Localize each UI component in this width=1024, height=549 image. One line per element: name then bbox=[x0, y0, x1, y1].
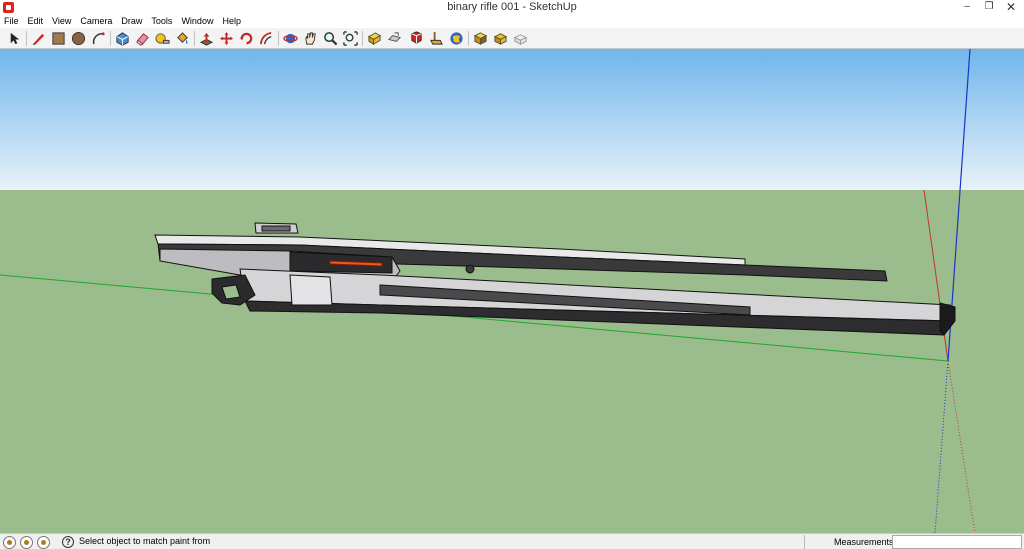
make-component-icon[interactable] bbox=[113, 30, 131, 47]
model-viewport[interactable] bbox=[0, 49, 1024, 533]
rectangle-tool-icon[interactable] bbox=[49, 30, 67, 47]
menu-tools[interactable]: Tools bbox=[151, 15, 172, 28]
arc-tool-icon[interactable] bbox=[89, 30, 107, 47]
toolbar-separator bbox=[362, 31, 363, 46]
measurements-label: Measurements bbox=[834, 537, 894, 547]
zoom-tool-icon[interactable] bbox=[321, 30, 339, 47]
zoom-extents-icon[interactable] bbox=[341, 30, 359, 47]
status-bar: ? Select object to match paint from Meas… bbox=[0, 533, 1024, 549]
share-model-icon[interactable] bbox=[385, 30, 403, 47]
geolocation-icon[interactable] bbox=[3, 536, 16, 549]
add-location-icon[interactable] bbox=[447, 30, 465, 47]
status-message: Select object to match paint from bbox=[79, 536, 211, 546]
maximize-button[interactable]: ❐ bbox=[978, 0, 1000, 15]
tape-measure-tool-icon[interactable] bbox=[153, 30, 171, 47]
offset-tool-icon[interactable] bbox=[257, 30, 275, 47]
menu-window[interactable]: Window bbox=[181, 15, 213, 28]
eraser-tool-icon[interactable] bbox=[133, 30, 151, 47]
warehouse-icon[interactable] bbox=[365, 30, 383, 47]
rifle-detail-bolt bbox=[465, 264, 475, 274]
toolbar-separator bbox=[194, 31, 195, 46]
orbit-tool-icon[interactable] bbox=[281, 30, 299, 47]
pencil-line-tool-icon[interactable] bbox=[29, 30, 47, 47]
window-title: binary rifle 001 - SketchUp bbox=[447, 1, 577, 13]
toolbar-separator bbox=[278, 31, 279, 46]
sky-backdrop bbox=[0, 49, 1024, 190]
rifle-scope-lens[interactable] bbox=[261, 225, 291, 232]
close-button[interactable]: ✕ bbox=[1000, 0, 1022, 15]
style-builder-icon[interactable] bbox=[511, 30, 529, 47]
circle-tool-icon[interactable] bbox=[69, 30, 87, 47]
help-icon[interactable]: ? bbox=[62, 536, 74, 548]
rifle-magazine-cover[interactable] bbox=[289, 274, 333, 306]
rotate-tool-icon[interactable] bbox=[237, 30, 255, 47]
ground-plane bbox=[0, 190, 1024, 533]
paint-bucket-tool-icon[interactable] bbox=[173, 30, 191, 47]
status-divider bbox=[804, 535, 805, 549]
menu-edit[interactable]: Edit bbox=[28, 15, 44, 28]
minimize-button[interactable]: ‒ bbox=[956, 0, 978, 15]
select-tool-icon[interactable] bbox=[5, 30, 23, 47]
credits-icon[interactable] bbox=[20, 536, 33, 549]
toolbar-separator bbox=[468, 31, 469, 46]
section-plane-icon[interactable] bbox=[471, 30, 489, 47]
title-bar: binary rifle 001 - SketchUp ‒ ❐ ✕ bbox=[0, 0, 1024, 15]
menu-help[interactable]: Help bbox=[222, 15, 241, 28]
menu-bar: File Edit View Camera Draw Tools Window … bbox=[0, 15, 1024, 28]
menu-view[interactable]: View bbox=[52, 15, 71, 28]
menu-draw[interactable]: Draw bbox=[121, 15, 142, 28]
get-models-icon[interactable] bbox=[407, 30, 425, 47]
measurements-input[interactable] bbox=[892, 535, 1022, 549]
extension-warehouse-icon[interactable] bbox=[427, 30, 445, 47]
move-tool-icon[interactable] bbox=[217, 30, 235, 47]
toolbar-separator bbox=[26, 31, 27, 46]
sign-in-icon[interactable] bbox=[37, 536, 50, 549]
layout-icon[interactable] bbox=[491, 30, 509, 47]
pan-tool-icon[interactable] bbox=[301, 30, 319, 47]
getting-started-toolbar bbox=[0, 28, 1024, 49]
menu-file[interactable]: File bbox=[4, 15, 19, 28]
toolbar-separator bbox=[110, 31, 111, 46]
menu-camera[interactable]: Camera bbox=[80, 15, 112, 28]
push-pull-tool-icon[interactable] bbox=[197, 30, 215, 47]
scene-canvas[interactable] bbox=[0, 49, 1024, 533]
